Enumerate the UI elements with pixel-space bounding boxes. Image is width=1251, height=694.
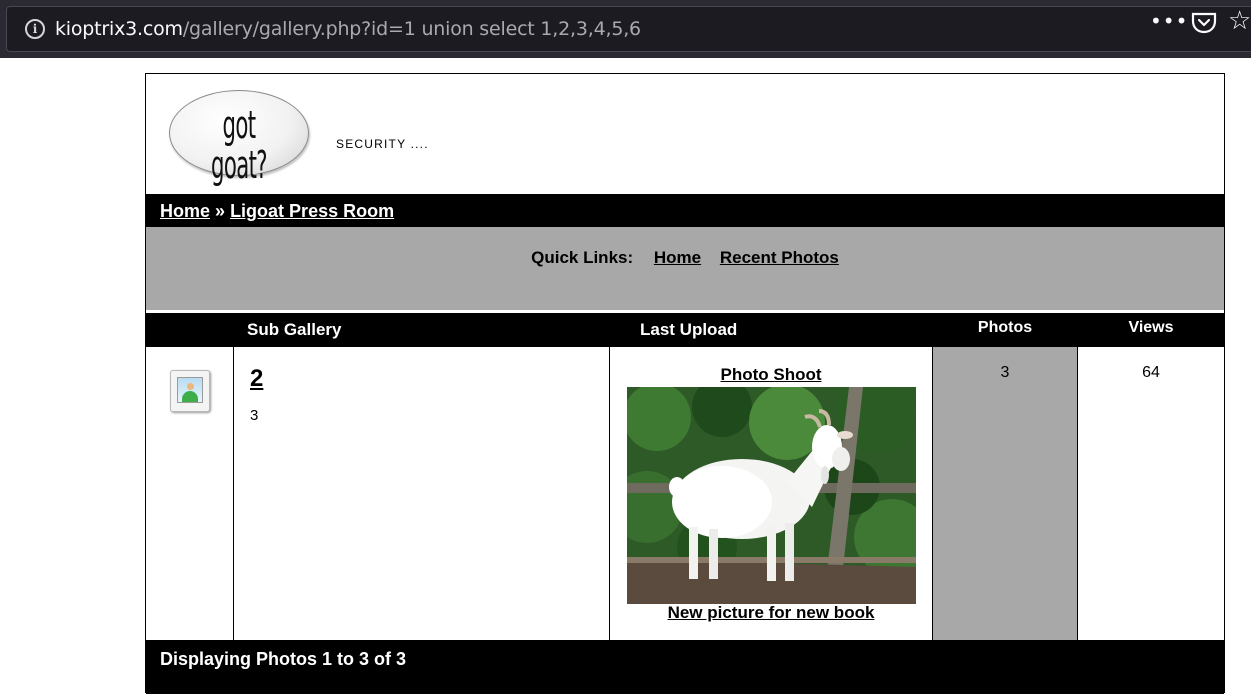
quick-link-home[interactable]: Home <box>654 248 701 267</box>
url-text[interactable]: kioptrix3.com/gallery/gallery.php?id=1 u… <box>55 18 641 40</box>
logo-text: got goat? <box>211 103 267 187</box>
gallery-icon-cell <box>146 347 234 640</box>
display-count-text: Displaying Photos 1 to 3 of 3 <box>160 649 407 669</box>
last-upload-title-link[interactable]: Photo Shoot <box>610 365 932 385</box>
last-upload-cell: Photo Shoot New picture for new book <box>610 347 933 640</box>
logo[interactable]: got goat? <box>169 90 309 185</box>
header-photos: Photos <box>977 319 1033 336</box>
sub-gallery-link[interactable]: 2 <box>250 365 263 393</box>
photos-cell: 3 <box>933 347 1078 640</box>
gallery-page: got goat? SECURITY .... Home » Ligoat Pr… <box>145 73 1225 694</box>
header-last-upload: Last Upload <box>640 320 738 339</box>
header-views: Views <box>1128 319 1174 336</box>
browser-toolbar: i kioptrix3.com/gallery/gallery.php?id=1… <box>0 0 1251 58</box>
quick-link-recent-photos[interactable]: Recent Photos <box>720 248 839 267</box>
sub-gallery-cell: 2 3 <box>234 347 610 640</box>
views-cell: 64 <box>1078 347 1224 640</box>
photos-count: 3 <box>1000 364 1010 381</box>
quick-links-panel: Quick Links: Home Recent Photos <box>146 227 1224 310</box>
breadcrumb-separator: » <box>215 201 226 221</box>
header-sub-gallery: Sub Gallery <box>247 320 342 339</box>
goat-photo[interactable] <box>627 387 916 604</box>
star-icon[interactable]: ☆ <box>1228 6 1251 36</box>
url-path: /gallery/gallery.php?id=1 union select 1… <box>182 18 641 40</box>
views-count: 64 <box>1142 364 1160 381</box>
pocket-icon[interactable] <box>1191 12 1217 38</box>
more-icon[interactable]: ••• <box>1150 9 1188 33</box>
info-icon[interactable]: i <box>25 19 45 39</box>
quick-links-label: Quick Links: <box>531 248 634 267</box>
last-upload-caption-link[interactable]: New picture for new book <box>610 603 932 623</box>
breadcrumb: Home » Ligoat Press Room <box>146 194 1224 227</box>
sub-gallery-count: 3 <box>250 407 259 424</box>
table-row: 2 3 Photo Shoot New picture for new book… <box>146 347 1224 640</box>
breadcrumb-home-link[interactable]: Home <box>160 201 210 221</box>
breadcrumb-current-link[interactable]: Ligoat Press Room <box>230 201 394 221</box>
table-header: Sub Gallery Last Upload Photos Views <box>146 313 1224 347</box>
gallery-icon[interactable] <box>170 370 210 412</box>
url-bar[interactable]: i kioptrix3.com/gallery/gallery.php?id=1… <box>6 6 1251 52</box>
status-footer: Displaying Photos 1 to 3 of 3 <box>146 642 1224 694</box>
tagline: SECURITY .... <box>336 137 429 151</box>
site-header: got goat? SECURITY .... <box>146 74 1224 192</box>
url-host: kioptrix3.com <box>55 18 183 40</box>
